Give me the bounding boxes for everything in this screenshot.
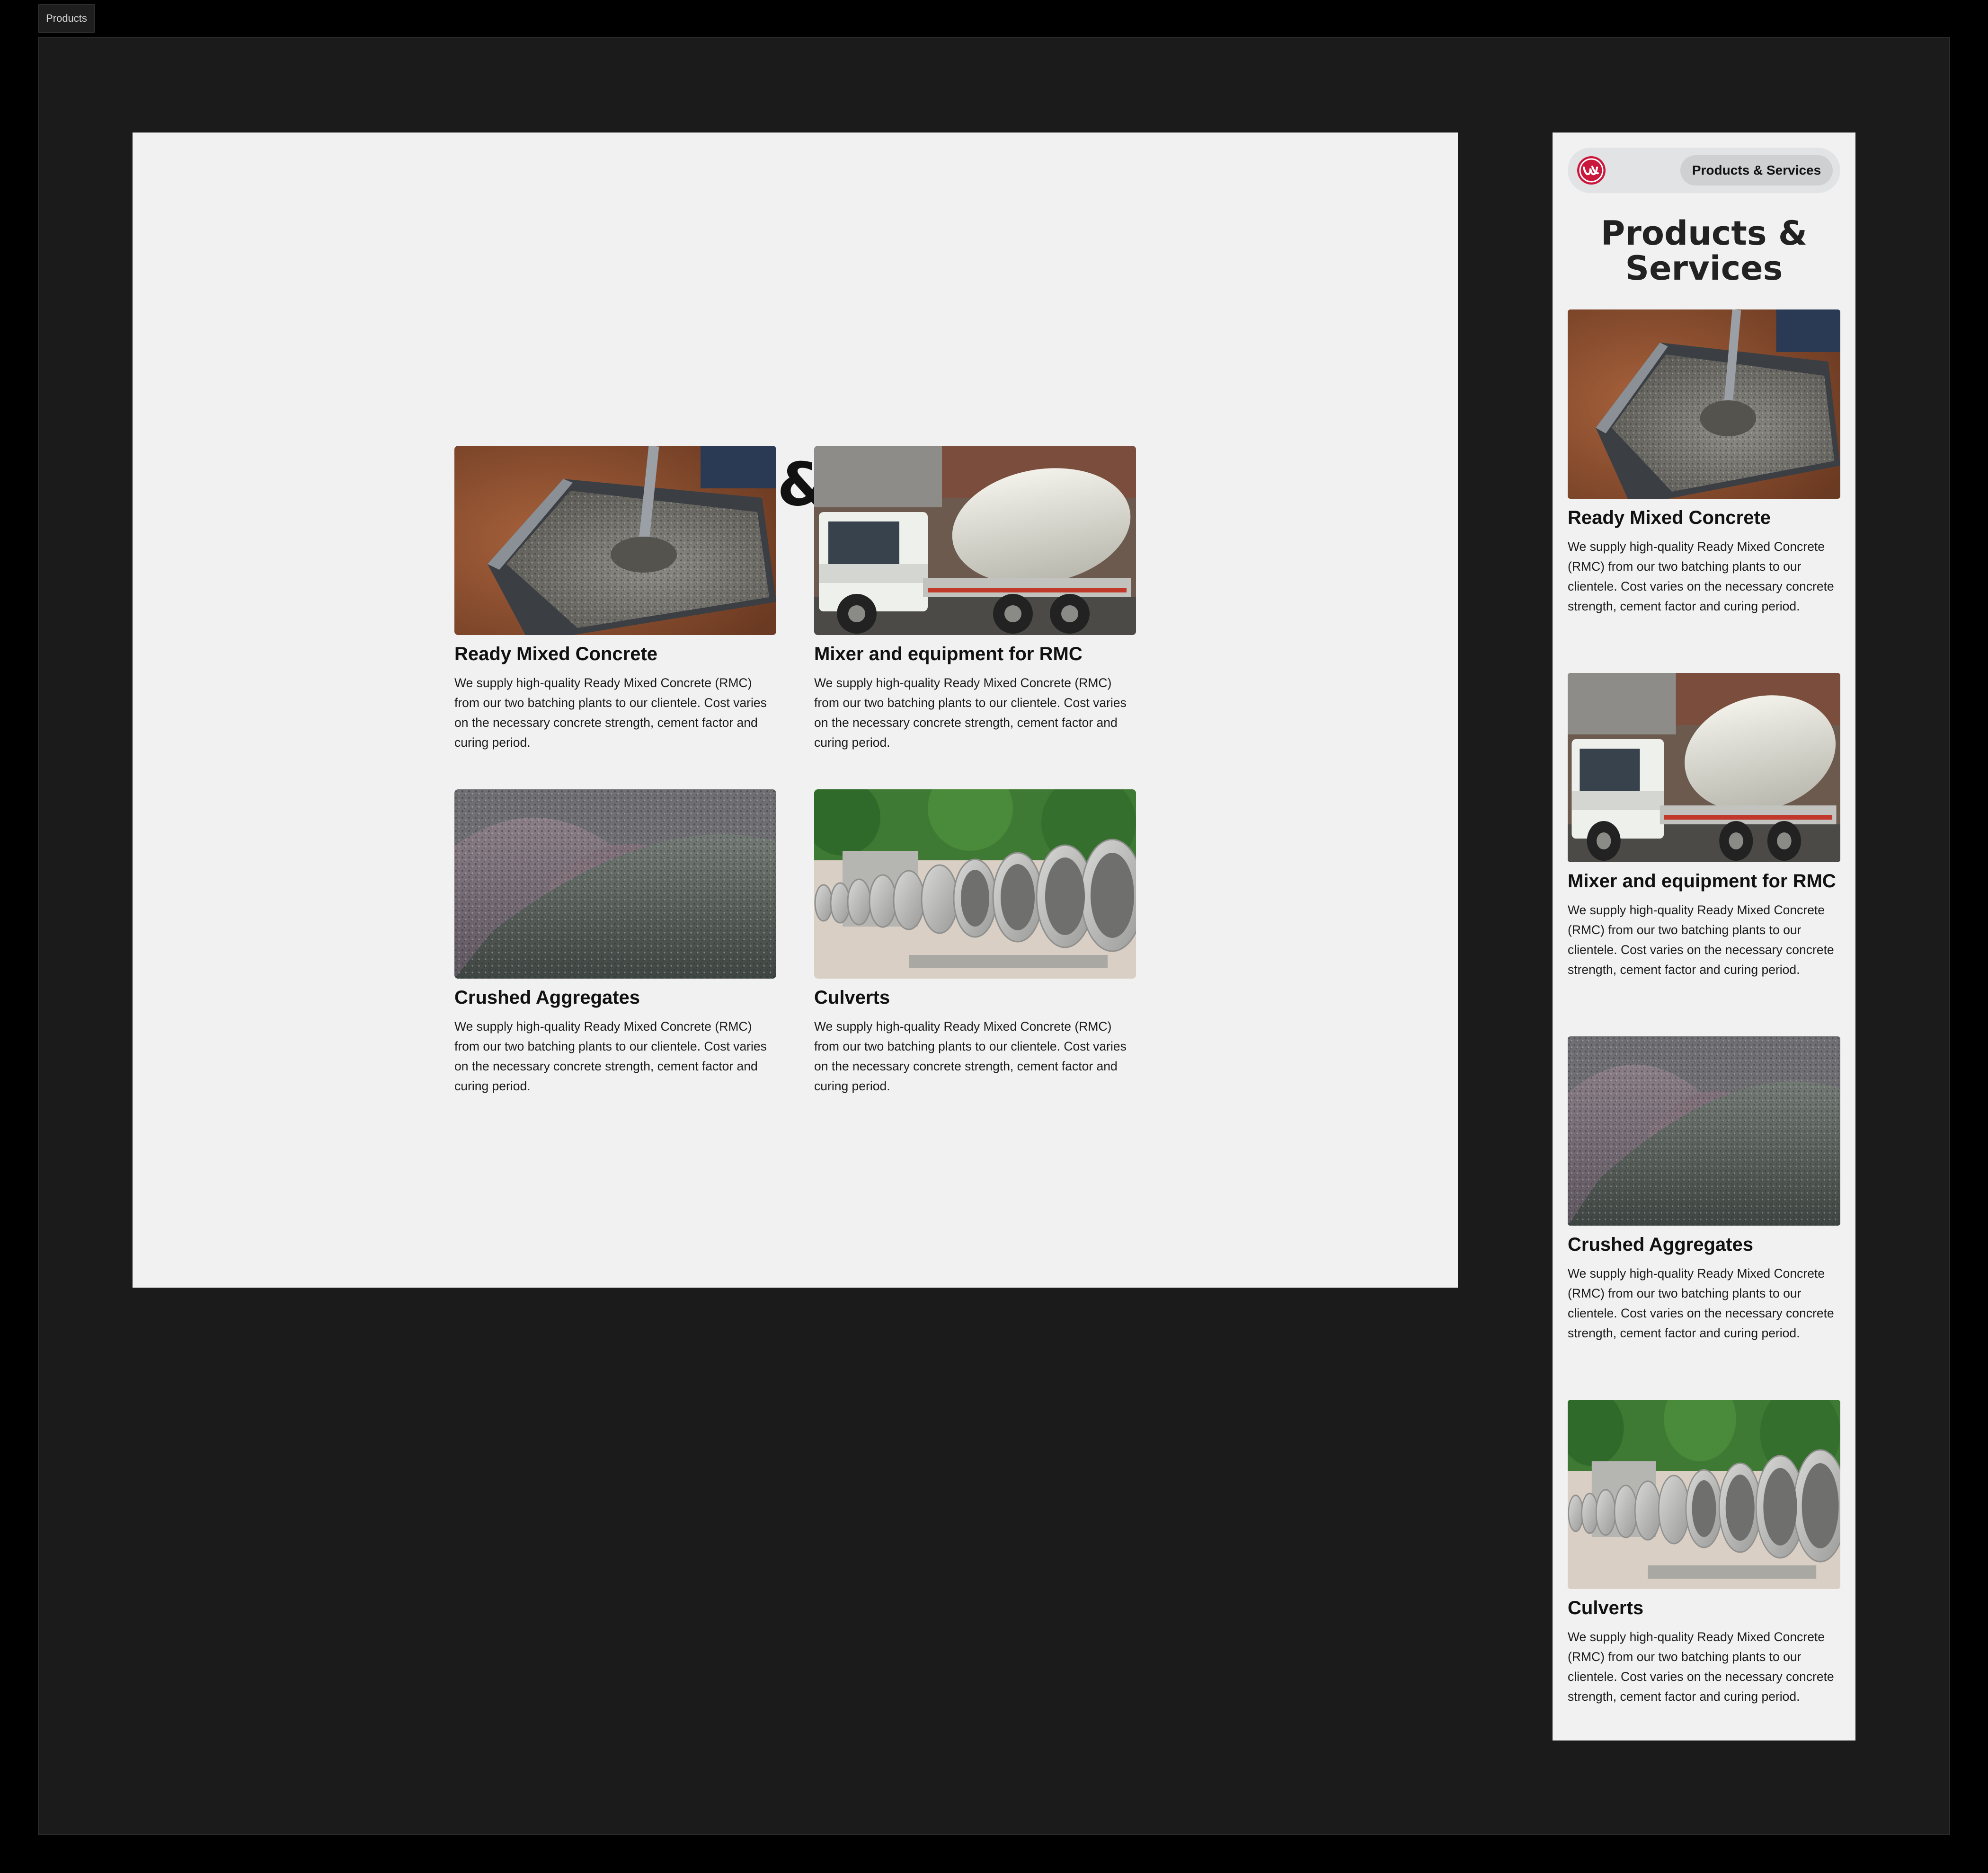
product-description: We supply high-quality Ready Mixed Concr… [1568,1630,1834,1704]
product-card-mixer-equipment[interactable]: Mixer and equipment for RMC We supply hi… [1568,673,1840,980]
product-name: Crushed Aggregates [454,987,640,1008]
product-name: Crushed Aggregates [1568,1234,1753,1255]
product-description: We supply high-quality Ready Mixed Concr… [1568,903,1834,977]
product-card-culverts[interactable]: Culverts We supply high-quality Ready Mi… [814,789,1136,1096]
product-name: Mixer and equipment for RMC [1568,871,1836,892]
mixer-truck-photo [1568,673,1840,862]
page-title: Products & Services [462,450,1129,519]
product-name: Culverts [814,987,890,1008]
product-card-mixer-equipment[interactable]: Mixer and equipment for RMC We supply hi… [814,446,1136,752]
product-name: Culverts [1568,1598,1644,1618]
mobile-artboard: Products & Services Products & Services … [1553,133,1855,1740]
wheelbarrow-concrete-photo [454,446,776,635]
concrete-culverts-photo [1568,1400,1840,1589]
product-description: We supply high-quality Ready Mixed Concr… [454,676,767,750]
concrete-culverts-photo [814,789,1136,979]
frame-tab[interactable]: Products [38,4,95,33]
product-name: Ready Mixed Concrete [454,644,658,664]
aggregate-piles-photo [1568,1036,1840,1226]
product-description: We supply high-quality Ready Mixed Concr… [1568,539,1834,613]
company-logo-icon[interactable] [1576,155,1606,186]
product-card-ready-mixed-concrete[interactable]: Ready Mixed Concrete We supply high-qual… [1568,309,1840,616]
product-name: Ready Mixed Concrete [1568,507,1771,528]
mobile-page-title: Products & Services [1601,214,1807,288]
mixer-truck-photo [814,446,1136,635]
product-card-culverts[interactable]: Culverts We supply high-quality Ready Mi… [1568,1400,1840,1706]
product-card-crushed-aggregates[interactable]: Crushed Aggregates We supply high-qualit… [1568,1036,1840,1343]
wheelbarrow-concrete-photo [1568,309,1840,499]
product-name: Mixer and equipment for RMC [814,644,1083,664]
product-description: We supply high-quality Ready Mixed Concr… [814,676,1127,750]
product-card-ready-mixed-concrete[interactable]: Ready Mixed Concrete We supply high-qual… [454,446,776,752]
desktop-artboard: Products & Services Ready Mixed Concrete… [133,133,1458,1288]
product-card-crushed-aggregates[interactable]: Crushed Aggregates We supply high-qualit… [454,789,776,1096]
product-description: We supply high-quality Ready Mixed Concr… [1568,1266,1834,1340]
aggregate-piles-photo [454,789,776,979]
nav-products-services-button[interactable]: Products & Services [1680,155,1833,186]
mobile-navbar: Products & Services [1568,148,1840,193]
product-description: We supply high-quality Ready Mixed Concr… [454,1019,767,1093]
product-description: We supply high-quality Ready Mixed Concr… [814,1019,1127,1093]
